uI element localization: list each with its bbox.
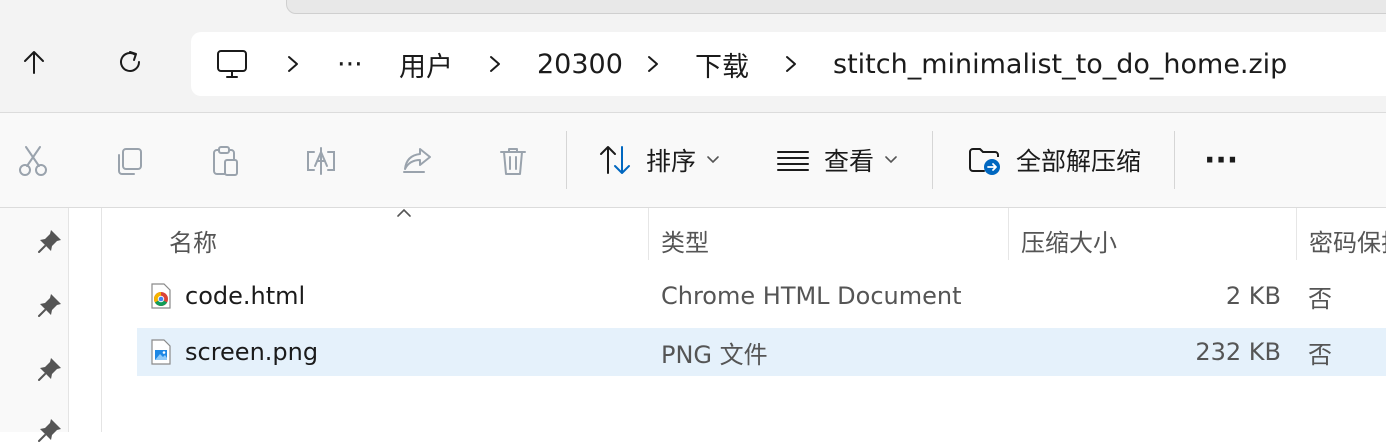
table-row[interactable]: code.html Chrome HTML Document 2 KB 否 bbox=[137, 272, 1386, 320]
breadcrumb-separator[interactable] bbox=[285, 32, 301, 96]
tab-strip-edge bbox=[286, 0, 1386, 14]
file-protected: 否 bbox=[1308, 284, 1332, 313]
breadcrumb-separator[interactable] bbox=[783, 32, 799, 96]
monitor-icon bbox=[217, 50, 247, 78]
refresh-button[interactable] bbox=[108, 40, 152, 84]
breadcrumb-zip[interactable]: stitch_minimalist_to_do_home.zip bbox=[833, 32, 1287, 96]
chevron-right-icon bbox=[648, 56, 658, 72]
png-image-icon bbox=[151, 339, 171, 365]
breadcrumb-user-folder[interactable]: 20300 bbox=[537, 32, 623, 96]
file-protected: 否 bbox=[1308, 340, 1332, 369]
file-name-cell[interactable]: code.html bbox=[149, 272, 305, 320]
extract-all-label: 全部解压缩 bbox=[1016, 147, 1142, 176]
chevron-down-icon bbox=[707, 156, 719, 164]
chevron-down-icon bbox=[885, 156, 897, 164]
column-header-name[interactable]: 名称 bbox=[169, 216, 217, 264]
breadcrumb-separator[interactable] bbox=[645, 32, 661, 96]
address-bar[interactable]: ··· 用户 20300 下载 stitch_minimalist_to_do_… bbox=[191, 32, 1386, 96]
paste-button[interactable] bbox=[205, 141, 245, 181]
table-row[interactable]: screen.png PNG 文件 232 KB 否 bbox=[137, 328, 1386, 376]
delete-button[interactable] bbox=[493, 141, 533, 181]
breadcrumb-users[interactable]: 用户 bbox=[399, 32, 453, 96]
toolbar-separator bbox=[1174, 131, 1175, 189]
sort-label: 排序 bbox=[646, 147, 697, 176]
chevron-right-icon bbox=[490, 56, 500, 72]
toolbar-separator bbox=[566, 131, 567, 189]
rename-icon bbox=[307, 147, 335, 175]
share-button[interactable] bbox=[397, 141, 437, 181]
column-divider[interactable] bbox=[1296, 208, 1297, 260]
navigation-pane bbox=[0, 208, 68, 442]
file-name: screen.png bbox=[185, 338, 319, 366]
file-type: Chrome HTML Document bbox=[661, 282, 962, 310]
file-name-cell[interactable]: screen.png bbox=[149, 328, 318, 376]
chevron-right-icon bbox=[288, 56, 298, 72]
command-bar: 排序 查看 全部解压缩 ··· bbox=[0, 113, 1386, 207]
file-size: 2 KB bbox=[1225, 282, 1281, 310]
copy-icon bbox=[118, 148, 142, 175]
view-label: 查看 bbox=[824, 147, 875, 176]
pin-icon[interactable] bbox=[36, 227, 64, 255]
column-header-protected[interactable]: 密码保护 bbox=[1309, 216, 1386, 264]
copy-button[interactable] bbox=[109, 141, 149, 181]
file-list: 名称 类型 压缩大小 密码保护 code.html Chrome HTML Do… bbox=[103, 208, 1386, 432]
sort-button[interactable]: 排序 bbox=[598, 135, 720, 185]
pane-splitter[interactable] bbox=[68, 208, 102, 432]
paste-icon bbox=[213, 146, 238, 176]
more-options-button[interactable]: ··· bbox=[1204, 135, 1238, 185]
breadcrumb-overflow[interactable]: ··· bbox=[337, 32, 363, 96]
breadcrumb-root[interactable] bbox=[215, 32, 249, 96]
refresh-icon bbox=[120, 51, 140, 72]
extract-all-button[interactable]: 全部解压缩 bbox=[968, 135, 1141, 185]
column-divider[interactable] bbox=[648, 208, 649, 260]
cut-icon bbox=[19, 146, 47, 176]
view-list-icon bbox=[777, 151, 809, 171]
delete-icon bbox=[500, 148, 526, 175]
cut-button[interactable] bbox=[13, 141, 53, 181]
file-size: 232 KB bbox=[1195, 338, 1281, 366]
chrome-html-icon bbox=[151, 283, 171, 309]
up-button[interactable] bbox=[12, 40, 56, 84]
toolbar-separator bbox=[932, 131, 933, 189]
view-button[interactable]: 查看 bbox=[776, 135, 898, 185]
extract-folder-icon bbox=[969, 148, 1000, 175]
sort-ascending-icon bbox=[397, 208, 411, 217]
rename-button[interactable] bbox=[301, 141, 341, 181]
breadcrumb-separator[interactable] bbox=[487, 32, 503, 96]
column-header-size[interactable]: 压缩大小 bbox=[1021, 216, 1117, 264]
file-type: PNG 文件 bbox=[661, 340, 768, 369]
pin-icon[interactable] bbox=[36, 416, 64, 444]
sort-icon bbox=[600, 146, 630, 174]
breadcrumb-downloads[interactable]: 下载 bbox=[695, 32, 749, 96]
pin-icon[interactable] bbox=[36, 355, 64, 383]
share-icon bbox=[403, 148, 431, 173]
chevron-right-icon bbox=[786, 56, 796, 72]
column-header-type[interactable]: 类型 bbox=[661, 216, 709, 264]
arrow-up-icon bbox=[24, 51, 44, 74]
pin-icon[interactable] bbox=[36, 291, 64, 319]
column-divider[interactable] bbox=[1008, 208, 1009, 260]
file-name: code.html bbox=[185, 282, 306, 310]
